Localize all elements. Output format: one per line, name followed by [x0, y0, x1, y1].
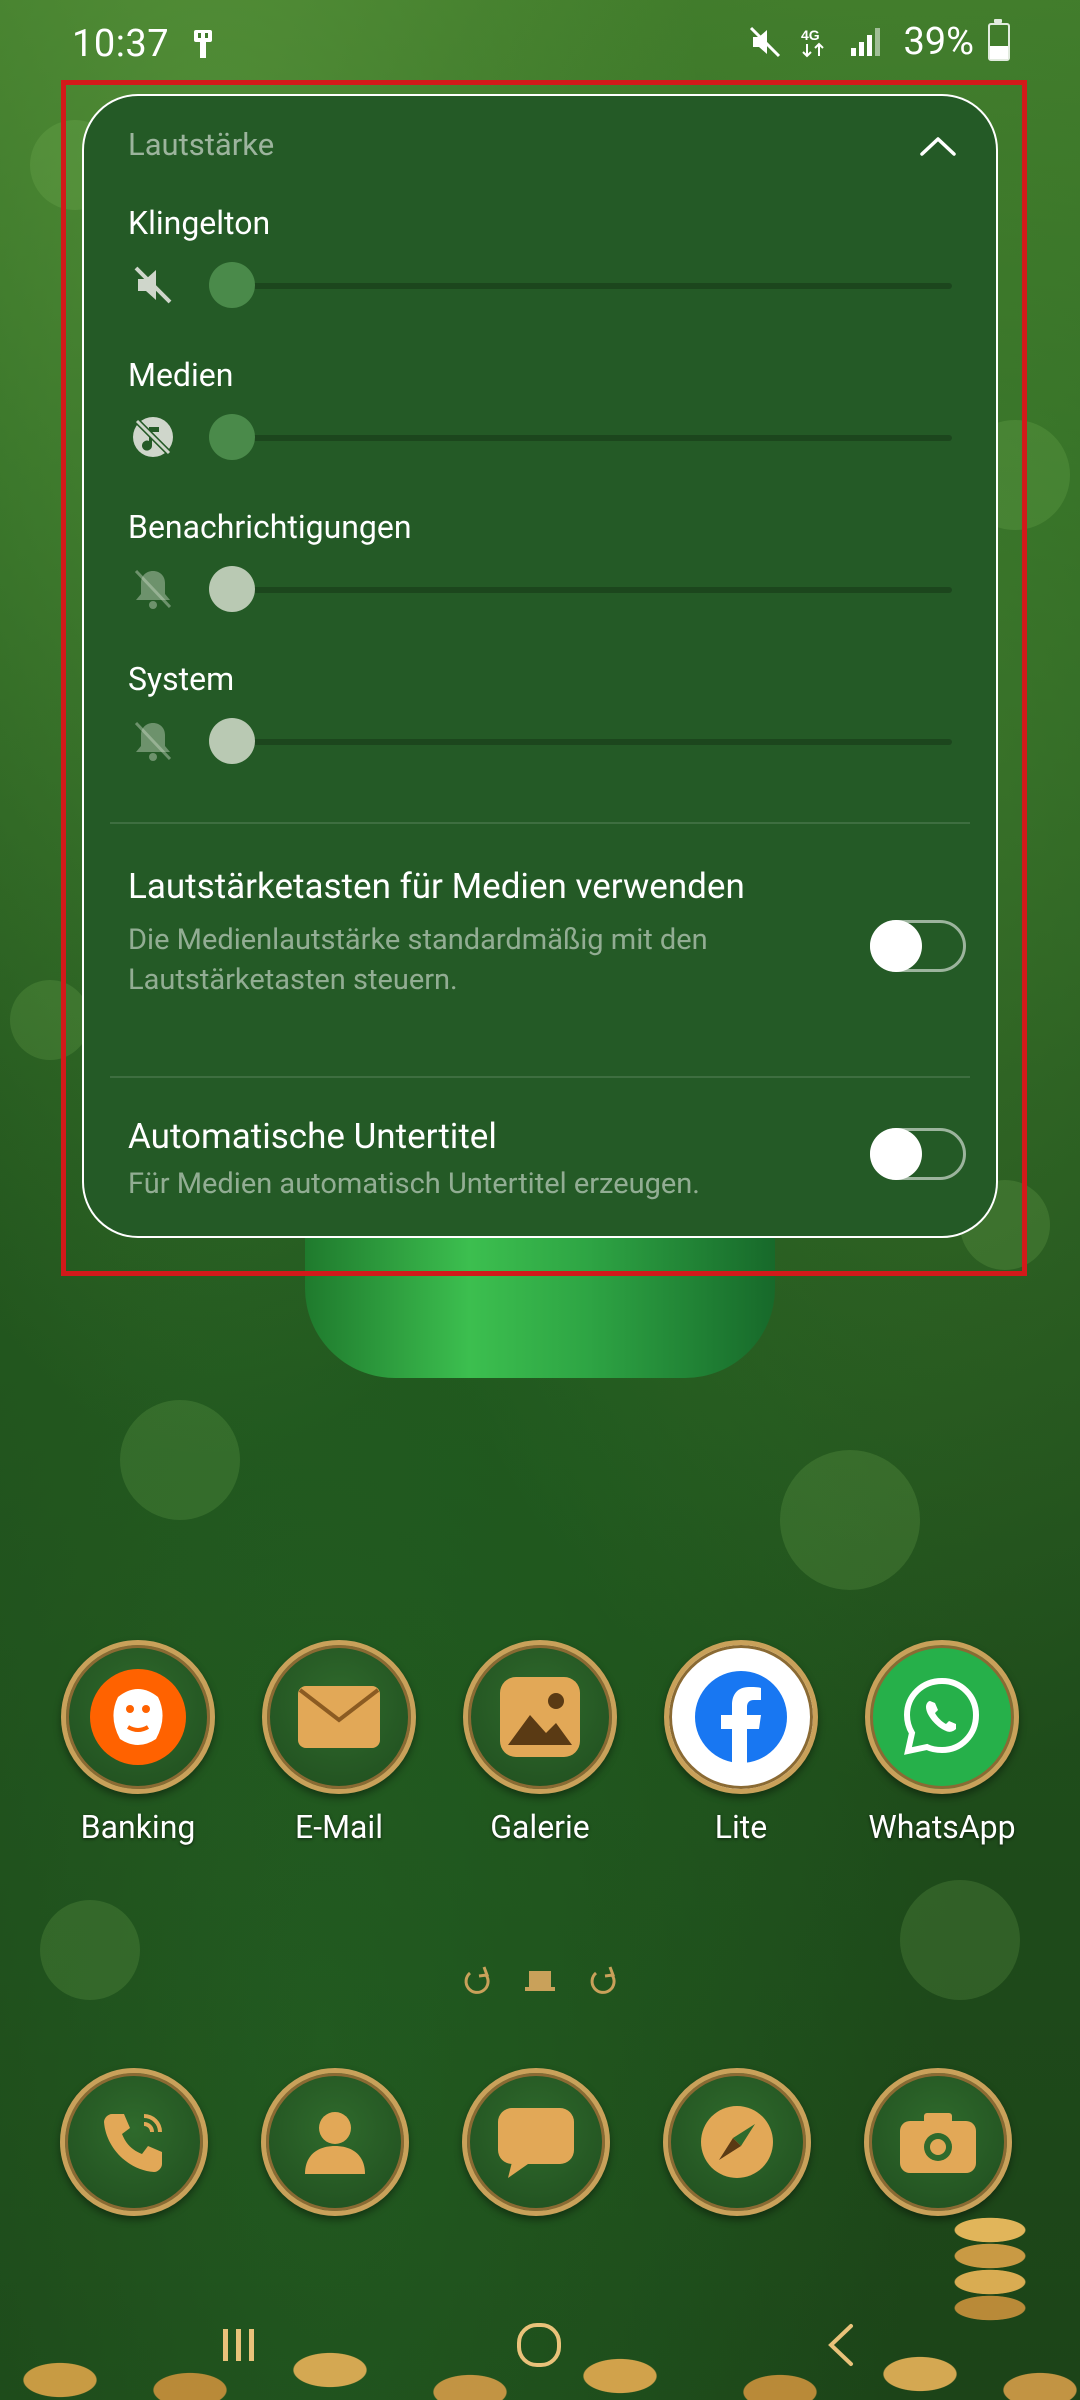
home-icon: [517, 2323, 561, 2367]
recents-button[interactable]: [204, 2310, 274, 2380]
gallery-icon: [463, 1640, 617, 1794]
recents-icon: [223, 2329, 254, 2361]
ing-lion-icon: [61, 1640, 215, 1794]
envelope-icon: [262, 1640, 416, 1794]
page-indicator[interactable]: [460, 1962, 620, 1998]
app-whatsapp[interactable]: WhatsApp: [842, 1640, 1042, 1846]
messages-icon: [462, 2068, 610, 2216]
dock-camera[interactable]: [864, 2068, 1012, 2216]
page-right-icon: [590, 1966, 616, 1994]
status-icons: 4G 39%: [747, 19, 1010, 64]
home-button[interactable]: [504, 2310, 574, 2380]
dock-contacts[interactable]: [261, 2068, 409, 2216]
app-facebook-lite[interactable]: Lite: [641, 1640, 841, 1846]
signal-icon: [851, 28, 881, 56]
wallpaper-clover: [780, 1450, 920, 1590]
dock-browser[interactable]: [663, 2068, 811, 2216]
app-label: Banking: [80, 1808, 196, 1846]
battery-level: [990, 45, 1008, 59]
app-gallery[interactable]: Galerie: [440, 1640, 640, 1846]
navigation-bar: [0, 2290, 1080, 2400]
dock: [0, 2068, 1080, 2218]
contacts-icon: [261, 2068, 409, 2216]
back-button[interactable]: [806, 2310, 876, 2380]
facebook-icon: [664, 1640, 818, 1794]
back-icon: [828, 2324, 853, 2366]
4g-label: 4G: [801, 27, 820, 43]
app-banking[interactable]: Banking: [38, 1640, 238, 1846]
whatsapp-icon: [865, 1640, 1019, 1794]
app-label: WhatsApp: [868, 1808, 1016, 1846]
wallpaper-clover: [120, 1400, 240, 1520]
4g-icon: 4G: [801, 27, 825, 58]
camera-icon: [864, 2068, 1012, 2216]
app-row: Banking E-Mail Galerie Lite WhatsApp: [0, 1640, 1080, 1860]
page-home-icon: [525, 1971, 555, 1991]
app-email[interactable]: E-Mail: [239, 1640, 439, 1846]
status-time: 10:37: [72, 22, 170, 66]
battery-percentage: 39%: [903, 20, 974, 64]
app-label: Lite: [714, 1808, 768, 1846]
wallpaper-clover: [40, 1900, 140, 2000]
app-label: Galerie: [490, 1808, 590, 1846]
browser-compass-icon: [663, 2068, 811, 2216]
phone-icon: [60, 2068, 208, 2216]
app-label: E-Mail: [295, 1808, 383, 1846]
usb-icon: [194, 30, 212, 58]
highlight-frame: [61, 80, 1027, 1276]
mute-icon: [750, 26, 781, 58]
page-left-icon: [464, 1966, 490, 1994]
dock-phone[interactable]: [60, 2068, 208, 2216]
wallpaper-clover: [900, 1880, 1020, 2000]
dock-messages[interactable]: [462, 2068, 610, 2216]
status-bar: 10:37 4G 39%: [0, 0, 1080, 92]
battery-icon: [988, 19, 1010, 61]
